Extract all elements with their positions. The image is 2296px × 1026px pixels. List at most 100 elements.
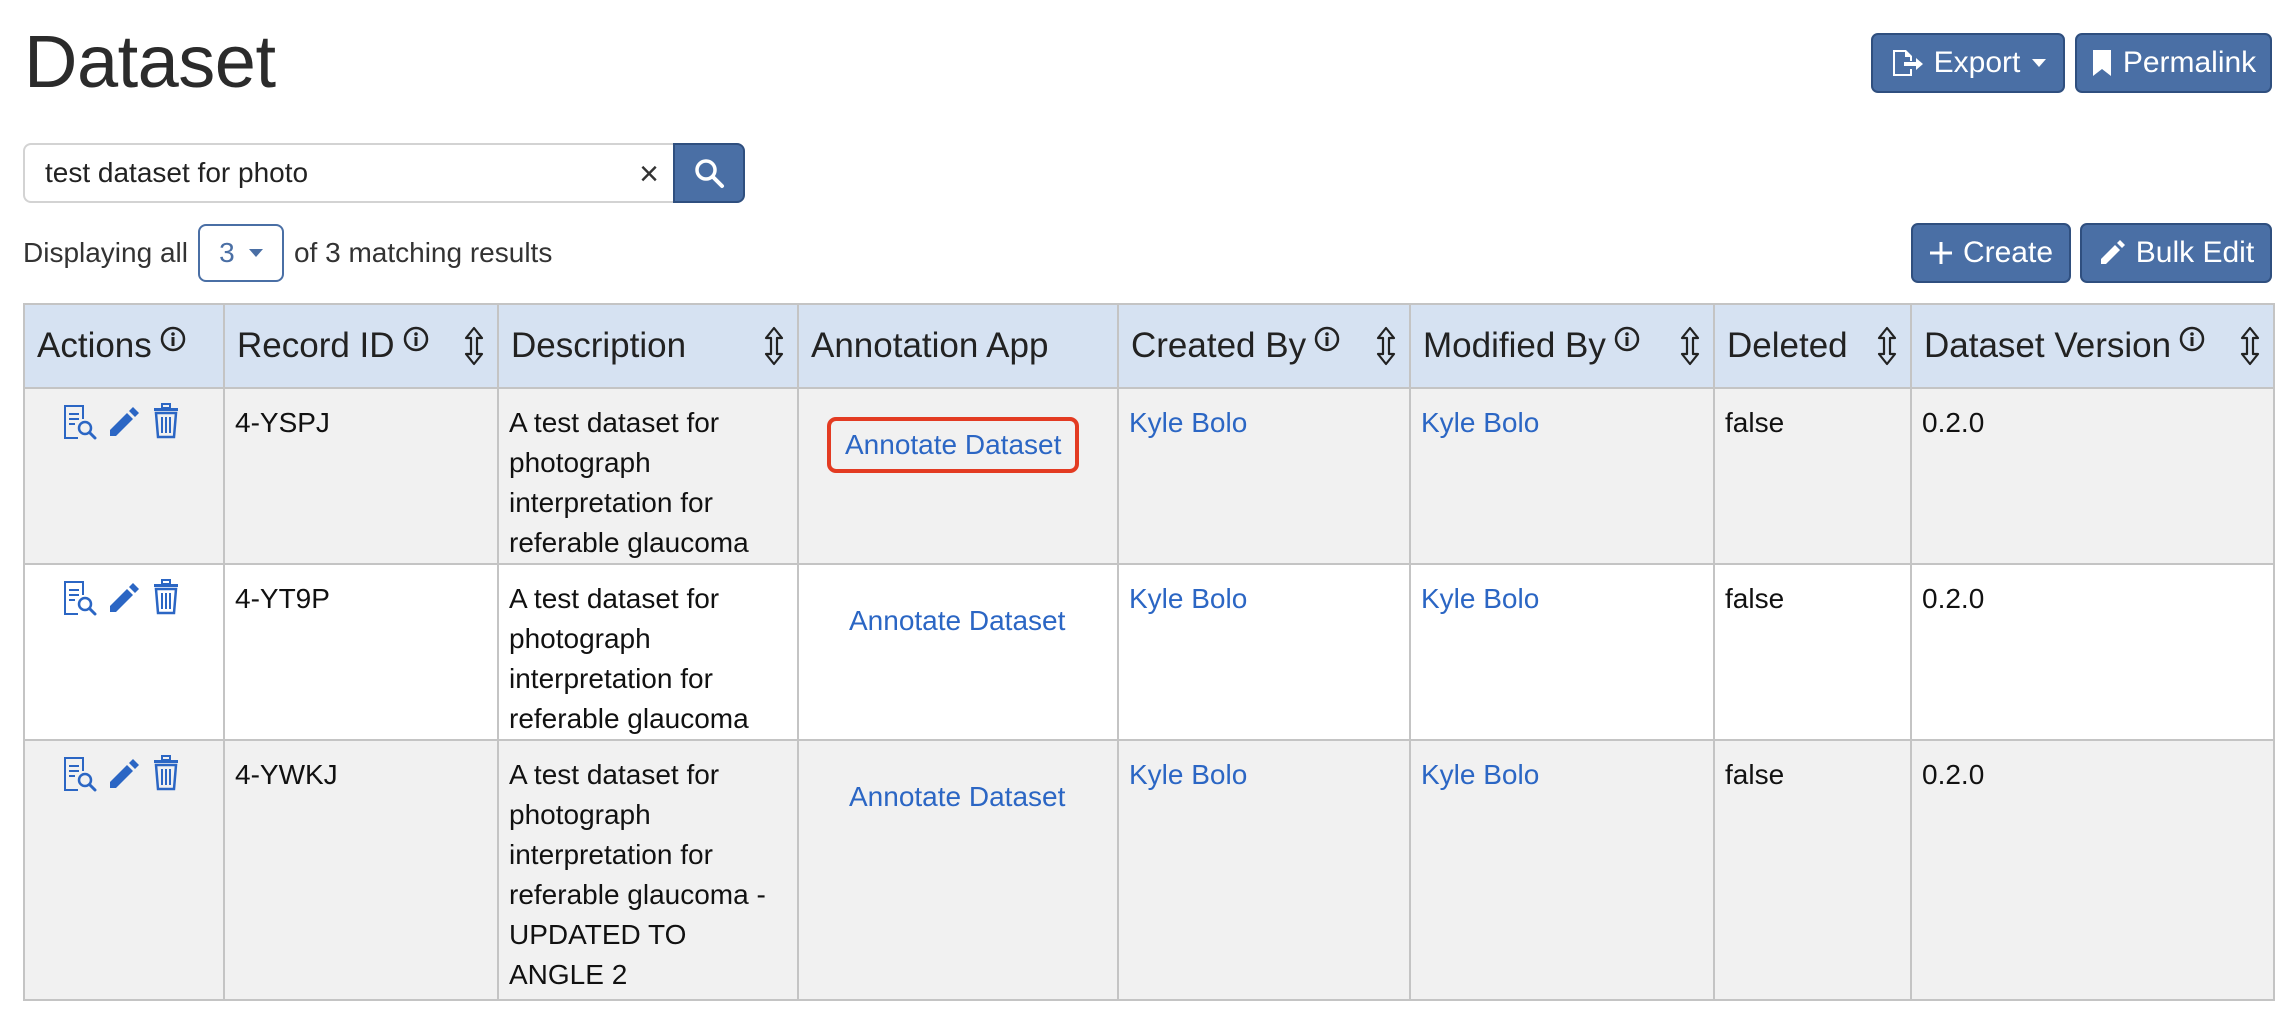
modified-by-cell: Kyle Bolo (1409, 387, 1715, 565)
pencil-icon[interactable] (107, 403, 141, 439)
created-by-link[interactable]: Kyle Bolo (1129, 583, 1247, 614)
plus-icon (1929, 242, 1952, 264)
column-label: Dataset Version (1924, 326, 2172, 365)
annotate-dataset-link[interactable]: Annotate Dataset (831, 769, 1083, 825)
dataset-version-cell: 0.2.0 (1910, 563, 2275, 741)
column-label: Actions (37, 326, 152, 365)
column-label: Description (511, 326, 687, 365)
file-export-icon (1892, 50, 1923, 76)
column-header-created-by[interactable]: Created By (1117, 303, 1411, 389)
bulk-edit-label: Bulk Edit (2135, 236, 2255, 269)
modified-by-link[interactable]: Kyle Bolo (1421, 583, 1539, 614)
pencil-icon (2100, 240, 2125, 264)
modified-by-link[interactable]: Kyle Bolo (1421, 407, 1539, 438)
chevron-down-icon (248, 249, 263, 257)
record-id-cell: 4-YWKJ (223, 739, 499, 1001)
search-bar: test dataset for photo × (23, 143, 745, 203)
dataset-version-cell: 0.2.0 (1910, 739, 2275, 1001)
sort-arrows-icon[interactable] (763, 326, 785, 366)
created-by-cell: Kyle Bolo (1117, 739, 1411, 1001)
column-label: Record ID (237, 326, 395, 365)
export-button[interactable]: Export (1871, 33, 2065, 93)
table-row: 4-YSPJ A test dataset for photograph int… (23, 387, 2275, 565)
column-label: Modified By (1423, 326, 1606, 365)
info-circle-icon[interactable] (160, 326, 186, 352)
sort-arrows-icon[interactable] (2239, 326, 2261, 366)
column-label: Created By (1131, 326, 1307, 365)
sort-arrows-icon[interactable] (1375, 326, 1397, 366)
info-circle-icon[interactable] (403, 326, 429, 352)
results-summary: Displaying all 3 of 3 matching results (23, 223, 552, 283)
trash-icon[interactable] (151, 755, 181, 791)
table-header-row: Actions Record ID Description Annotation… (23, 303, 2275, 389)
search-input-value: test dataset for photo (45, 157, 309, 188)
record-id-cell: 4-YSPJ (223, 387, 499, 565)
view-record-icon[interactable] (61, 755, 97, 793)
info-circle-icon[interactable] (2179, 326, 2205, 352)
column-header-annotation-app: Annotation App (797, 303, 1119, 389)
created-by-link[interactable]: Kyle Bolo (1129, 407, 1247, 438)
bulk-edit-button[interactable]: Bulk Edit (2080, 223, 2272, 283)
column-header-deleted[interactable]: Deleted (1713, 303, 1912, 389)
actions-cell (23, 387, 225, 565)
modified-by-cell: Kyle Bolo (1409, 739, 1715, 1001)
column-label: Annotation App (811, 326, 1049, 365)
search-icon (695, 159, 724, 188)
view-record-icon[interactable] (61, 403, 97, 441)
export-label: Export (1933, 46, 2021, 79)
results-prefix: Displaying all (23, 237, 188, 268)
bookmark-icon (2092, 50, 2111, 76)
trash-icon[interactable] (151, 579, 181, 615)
search-button[interactable] (673, 143, 745, 203)
column-header-modified-by[interactable]: Modified By (1409, 303, 1715, 389)
page-size-select[interactable]: 3 (197, 224, 284, 282)
table-row: 4-YT9P A test dataset for photograph int… (23, 563, 2275, 741)
created-by-cell: Kyle Bolo (1117, 387, 1411, 565)
info-circle-icon[interactable] (1614, 326, 1640, 352)
pencil-icon[interactable] (107, 755, 141, 791)
annotation-app-cell: Annotate Dataset (797, 739, 1119, 1001)
column-label: Deleted (1727, 326, 1848, 365)
search-input[interactable]: test dataset for photo × (23, 143, 673, 203)
modified-by-link[interactable]: Kyle Bolo (1421, 759, 1539, 790)
pencil-icon[interactable] (107, 579, 141, 615)
annotation-app-cell: Annotate Dataset (797, 387, 1119, 565)
permalink-button[interactable]: Permalink (2075, 33, 2272, 93)
chevron-down-icon (2032, 59, 2047, 67)
column-header-record-id[interactable]: Record ID (223, 303, 499, 389)
table-row: 4-YWKJ A test dataset for photograph int… (23, 739, 2275, 1001)
results-suffix: of 3 matching results (293, 237, 553, 268)
annotate-dataset-link[interactable]: Annotate Dataset (827, 417, 1080, 473)
column-header-actions: Actions (23, 303, 225, 389)
sort-arrows-icon[interactable] (463, 326, 485, 366)
deleted-cell: false (1713, 563, 1912, 741)
permalink-label: Permalink (2122, 46, 2257, 79)
actions-cell (23, 563, 225, 741)
annotate-dataset-link[interactable]: Annotate Dataset (831, 593, 1083, 649)
sort-arrows-icon[interactable] (1679, 326, 1701, 366)
modified-by-cell: Kyle Bolo (1409, 563, 1715, 741)
description-cell: A test dataset for photograph interpreta… (497, 739, 799, 1001)
deleted-cell: false (1713, 387, 1912, 565)
description-cell: A test dataset for photograph interpreta… (497, 387, 799, 565)
column-header-dataset-version[interactable]: Dataset Version (1910, 303, 2275, 389)
trash-icon[interactable] (151, 403, 181, 439)
dataset-table: Actions Record ID Description Annotation… (23, 303, 2275, 1001)
page-size-value: 3 (219, 237, 235, 268)
create-button[interactable]: Create (1911, 223, 2071, 283)
annotation-app-cell: Annotate Dataset (797, 563, 1119, 741)
record-id-cell: 4-YT9P (223, 563, 499, 741)
actions-cell (23, 739, 225, 1001)
column-header-description[interactable]: Description (497, 303, 799, 389)
created-by-cell: Kyle Bolo (1117, 563, 1411, 741)
deleted-cell: false (1713, 739, 1912, 1001)
page-title: Dataset (24, 20, 276, 103)
dataset-version-cell: 0.2.0 (1910, 387, 2275, 565)
created-by-link[interactable]: Kyle Bolo (1129, 759, 1247, 790)
description-cell: A test dataset for photograph interpreta… (497, 563, 799, 741)
info-circle-icon[interactable] (1314, 326, 1340, 352)
sort-arrows-icon[interactable] (1876, 326, 1898, 366)
clear-search-icon[interactable]: × (639, 157, 659, 191)
view-record-icon[interactable] (61, 579, 97, 617)
create-label: Create (1962, 236, 2054, 269)
